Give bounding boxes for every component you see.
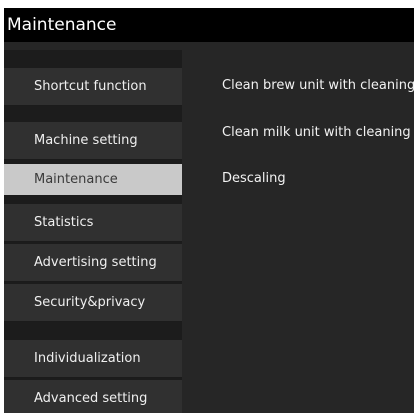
clean-milk-unit-option[interactable]: Clean milk unit with cleaning: [222, 118, 411, 148]
sidebar-item-security-privacy[interactable]: Security&privacy: [4, 284, 182, 322]
sidebar-item-advertising-setting[interactable]: Advertising setting: [4, 244, 182, 282]
descaling-option[interactable]: Descaling: [222, 164, 286, 194]
option-label: Clean brew unit with cleaning: [222, 78, 414, 93]
sidebar-item-advanced-setting[interactable]: Advanced setting: [4, 380, 182, 413]
page-title: Maintenance: [7, 15, 117, 35]
sidebar-item-label: Machine setting: [34, 133, 138, 148]
sidebar-item-statistics[interactable]: Statistics: [4, 204, 182, 242]
sidebar-item-shortcut-function[interactable]: Shortcut function: [4, 68, 182, 106]
option-label: Descaling: [222, 171, 286, 186]
maintenance-options: Clean brew unit with cleaning Clean milk…: [182, 50, 414, 413]
sidebar-item-label: Advertising setting: [34, 255, 157, 270]
sidebar-item-label: Maintenance: [34, 172, 118, 187]
sidebar-item-label: Advanced setting: [34, 391, 148, 406]
sidebar-item-label: Security&privacy: [34, 295, 146, 310]
sidebar-item-maintenance[interactable]: Maintenance: [4, 164, 182, 196]
sidebar-item-individualization[interactable]: Individualization: [4, 340, 182, 378]
title-bar: Maintenance: [4, 8, 414, 42]
maintenance-screen: Maintenance Shortcut function Machine se…: [4, 8, 414, 413]
sidebar-item-machine-setting[interactable]: Machine setting: [4, 122, 182, 160]
sidebar-item-label: Statistics: [34, 215, 94, 230]
clean-brew-unit-option[interactable]: Clean brew unit with cleaning: [222, 71, 414, 101]
sidebar-item-label: Shortcut function: [34, 79, 147, 94]
sidebar-item-label: Individualization: [34, 351, 141, 366]
sidebar: Shortcut function Machine setting Mainte…: [4, 50, 182, 413]
option-label: Clean milk unit with cleaning: [222, 125, 411, 140]
